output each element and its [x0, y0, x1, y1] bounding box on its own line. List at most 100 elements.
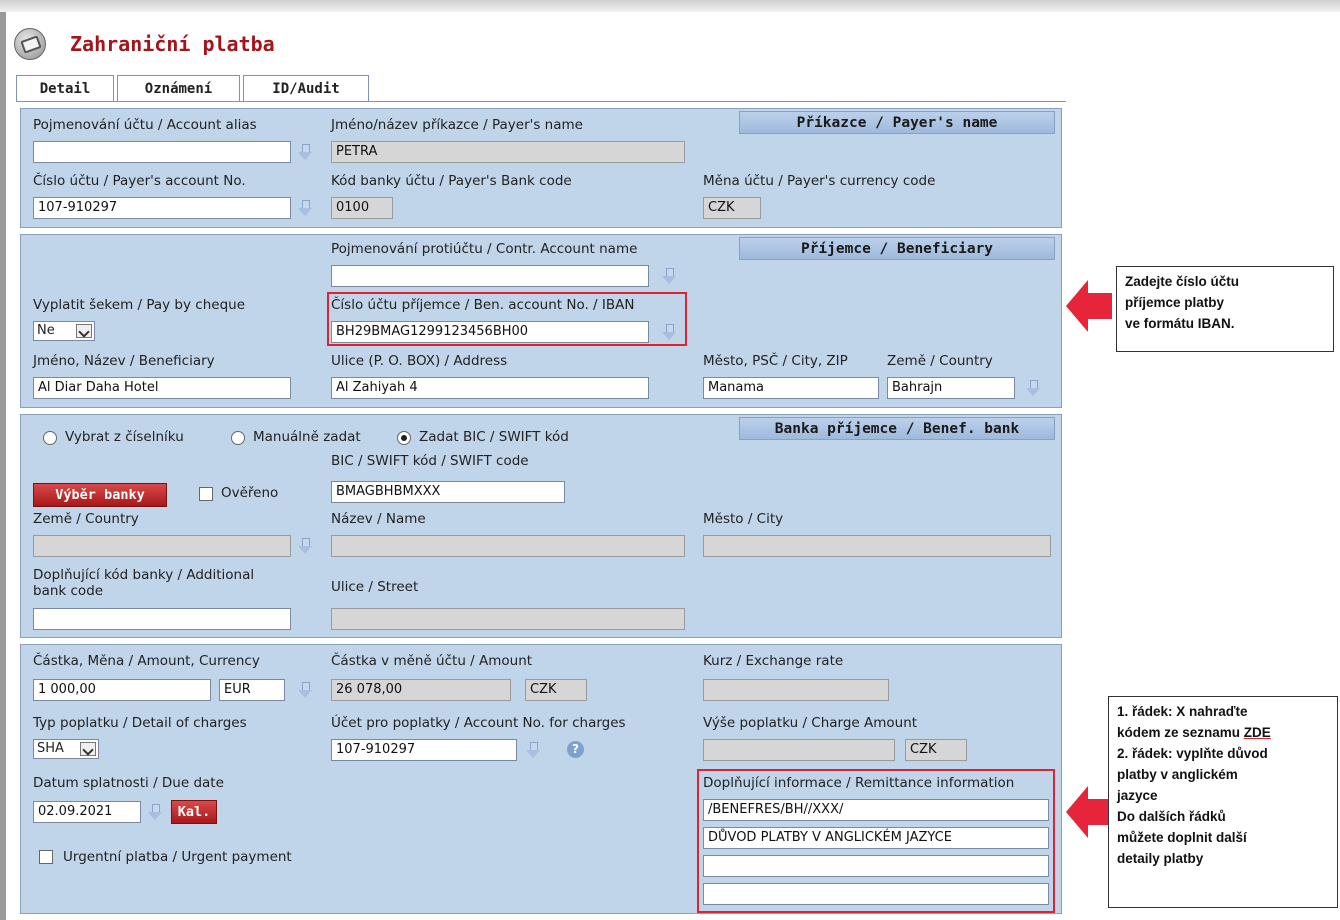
payer-account-label: Číslo účtu / Payer's account No. — [33, 173, 246, 189]
calendar-button[interactable]: Kal. — [171, 800, 217, 824]
ben-name-input[interactable]: Al Diar Daha Hotel — [33, 377, 291, 399]
remittance-line-4[interactable] — [703, 883, 1049, 905]
window-top-border — [0, 0, 1340, 12]
pay-by-cheque-value: Ne — [37, 323, 55, 338]
charges-account-dropdown-icon[interactable] — [525, 741, 541, 759]
contr-account-name-input[interactable] — [331, 265, 649, 287]
callout-remittance: 1. řádek: X nahraďte kódem ze seznamu ZD… — [1108, 696, 1338, 908]
tab-oznameni[interactable]: Oznámení — [117, 75, 240, 102]
remittance-line-3[interactable] — [703, 855, 1049, 877]
exchange-rate-field — [703, 679, 889, 701]
due-date-label: Datum splatnosti / Due date — [33, 775, 224, 791]
contr-account-name-label: Pojmenování protiúčtu / Contr. Account n… — [331, 241, 638, 257]
bank-name-field — [331, 535, 685, 557]
bank-country-dropdown-icon[interactable] — [297, 537, 313, 555]
amount-currency-input[interactable]: EUR — [219, 679, 285, 701]
ben-account-dropdown-icon[interactable] — [661, 323, 677, 341]
bank-section-title: Banka příjemce / Benef. bank — [739, 417, 1055, 440]
verified-checkbox[interactable] — [199, 487, 213, 501]
ben-name-label: Jméno, Název / Beneficiary — [33, 353, 215, 369]
payer-panel: Příkazce / Payer's name Pojmenování účtu… — [20, 108, 1062, 228]
due-date-input[interactable]: 02.09.2021 — [33, 801, 141, 823]
amount-label: Částka, Měna / Amount, Currency — [33, 653, 260, 669]
bank-name-label: Název / Name — [331, 511, 426, 527]
tab-id-audit[interactable]: ID/Audit — [243, 75, 369, 102]
radio-manual-entry[interactable] — [231, 431, 245, 445]
charges-type-value: SHA — [37, 741, 64, 756]
radio-choose-from-list-label: Vybrat z číselníku — [65, 429, 184, 445]
radio-bic-swift[interactable] — [397, 431, 411, 445]
charge-amount-label: Výše poplatku / Charge Amount — [703, 715, 918, 731]
radio-manual-entry-label: Manuálně zadat — [253, 429, 361, 445]
page-title: Zahraniční platba — [70, 32, 275, 56]
payment-logo-icon — [14, 28, 46, 60]
beneficiary-section-title: Příjemce / Beneficiary — [739, 237, 1055, 260]
payer-account-input[interactable]: 107-910297 — [33, 197, 291, 219]
urgent-payment-label: Urgentní platba / Urgent payment — [63, 849, 292, 865]
payer-bank-code-field: 0100 — [331, 197, 393, 219]
swift-label: BIC / SWIFT kód / SWIFT code — [331, 453, 529, 469]
remittance-label: Doplňující informace / Remittance inform… — [703, 775, 1015, 791]
tab-detail[interactable]: Detail — [16, 75, 114, 102]
chevron-down-icon[interactable] — [76, 324, 92, 338]
account-currency-field: CZK — [525, 679, 587, 701]
account-alias-input[interactable] — [33, 141, 291, 163]
additional-bank-code-label: Doplňující kód banky / Additional bank c… — [33, 567, 255, 599]
charge-amount-field — [703, 739, 895, 761]
pay-by-cheque-select[interactable]: Ne — [33, 321, 95, 341]
chevron-down-icon[interactable] — [80, 742, 96, 756]
callout-arrow-iban — [1066, 280, 1112, 332]
help-icon[interactable]: ? — [567, 741, 584, 758]
due-date-dropdown-icon[interactable] — [147, 803, 163, 821]
payer-section-title: Příkazce / Payer's name — [739, 111, 1055, 134]
amount-panel: Částka, Měna / Amount, Currency 1 000,00… — [20, 644, 1062, 914]
payer-account-dropdown-icon[interactable] — [297, 199, 313, 217]
contr-account-dropdown-icon[interactable] — [661, 267, 677, 285]
pay-by-cheque-label: Vyplatit šekem / Pay by cheque — [33, 297, 245, 313]
ben-country-input[interactable]: Bahrajn — [887, 377, 1015, 399]
payer-currency-field: CZK — [703, 197, 761, 219]
ben-country-label: Země / Country — [887, 353, 993, 369]
charges-account-label: Účet pro poplatky / Account No. for char… — [331, 715, 626, 731]
account-alias-dropdown-icon[interactable] — [297, 143, 313, 161]
remittance-line-1[interactable]: /BENEFRES/BH//XXX/ — [703, 799, 1049, 821]
bank-country-label: Země / Country — [33, 511, 139, 527]
tab-divider — [16, 101, 1066, 102]
urgent-payment-checkbox[interactable] — [39, 850, 53, 864]
swift-input[interactable]: BMAGBHBMXXX — [331, 481, 565, 503]
ben-account-input[interactable]: BH29BMAG1299123456BH00 — [331, 321, 649, 343]
amount-input[interactable]: 1 000,00 — [33, 679, 211, 701]
exchange-rate-label: Kurz / Exchange rate — [703, 653, 844, 669]
charges-account-input[interactable]: 107-910297 — [331, 739, 517, 761]
payer-name-field: PETRA — [331, 141, 685, 163]
payer-bank-code-label: Kód banky účtu / Payer's Bank code — [331, 173, 572, 189]
callout-arrow-remittance — [1066, 786, 1112, 838]
amount-currency-dropdown-icon[interactable] — [297, 681, 313, 699]
zde-link[interactable]: ZDE — [1244, 725, 1271, 740]
beneficiary-bank-panel: Banka příjemce / Benef. bank Vybrat z čí… — [20, 414, 1062, 638]
select-bank-button[interactable]: Výběr banky — [33, 483, 167, 507]
bank-street-label: Ulice / Street — [331, 579, 419, 595]
ben-account-label: Číslo účtu příjemce / Ben. account No. /… — [331, 297, 635, 313]
account-amount-label: Částka v měně účtu / Amount — [331, 653, 533, 669]
charge-currency-field: CZK — [905, 739, 967, 761]
remittance-line-2[interactable]: DŮVOD PLATBY V ANGLICKÉM JAZYCE — [703, 827, 1049, 849]
callout-iban: Zadejte číslo účtu příjemce platby ve fo… — [1116, 266, 1334, 352]
beneficiary-panel: Příjemce / Beneficiary Pojmenování proti… — [20, 234, 1062, 408]
ben-address-label: Ulice (P. O. BOX) / Address — [331, 353, 508, 369]
ben-country-dropdown-icon[interactable] — [1025, 379, 1041, 397]
bank-street-field — [331, 608, 685, 630]
verified-label: Ověřeno — [221, 485, 279, 501]
charges-type-label: Typ poplatku / Detail of charges — [33, 715, 247, 731]
bank-city-field — [703, 535, 1051, 557]
ben-city-input[interactable]: Manama — [703, 377, 879, 399]
additional-bank-code-input[interactable] — [33, 608, 291, 630]
radio-choose-from-list[interactable] — [43, 431, 57, 445]
charges-type-select[interactable]: SHA — [33, 739, 99, 759]
account-alias-label: Pojmenování účtu / Account alias — [33, 117, 257, 133]
payer-name-label: Jméno/název příkazce / Payer's name — [331, 117, 583, 133]
bank-country-field — [33, 535, 291, 557]
account-amount-field: 26 078,00 — [331, 679, 511, 701]
ben-city-label: Město, PSČ / City, ZIP — [703, 353, 848, 369]
ben-address-input[interactable]: Al Zahiyah 4 — [331, 377, 649, 399]
